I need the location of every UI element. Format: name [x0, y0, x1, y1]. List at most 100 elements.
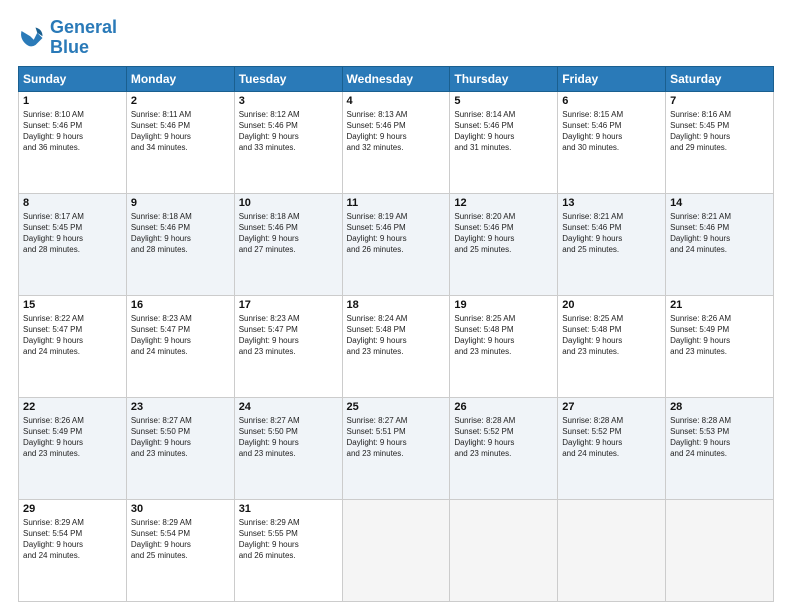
cell-info-line: Daylight: 9 hours	[670, 131, 769, 142]
calendar: SundayMondayTuesdayWednesdayThursdayFrid…	[18, 66, 774, 602]
cell-info-line: Sunrise: 8:15 AM	[562, 109, 661, 120]
day-cell-24: 24 Sunrise: 8:27 AMSunset: 5:50 PMDayligh…	[234, 397, 342, 499]
day-cell-8: 8Sunrise: 8:17 AMSunset: 5:45 PMDaylight…	[19, 193, 127, 295]
cell-info-line: Daylight: 9 hours	[239, 437, 338, 448]
cell-info-line: Sunrise: 8:25 AM	[454, 313, 553, 324]
empty-cell	[558, 499, 666, 601]
cell-info-line: Sunset: 5:53 PM	[670, 426, 769, 437]
day-cell-29: 29Sunrise: 8:29 AMSunset: 5:54 PMDayligh…	[19, 499, 127, 601]
day-cell-27: 27Sunrise: 8:28 AMSunset: 5:52 PMDayligh…	[558, 397, 666, 499]
cell-info-line: Sunset: 5:46 PM	[670, 222, 769, 233]
cell-info-line: Sunset: 5:47 PM	[23, 324, 122, 335]
cell-info-line: Daylight: 9 hours	[131, 131, 230, 142]
cell-info-line: Sunrise: 8:29 AM	[239, 517, 338, 528]
day-cell-23: 23Sunrise: 8:27 AMSunset: 5:50 PMDayligh…	[126, 397, 234, 499]
cell-info-line: and 30 minutes.	[562, 142, 661, 153]
cell-info-line: Daylight: 9 hours	[454, 335, 553, 346]
day-number: 23	[131, 401, 230, 413]
cell-info-line: Sunset: 5:50 PM	[239, 426, 338, 437]
day-number: 18	[347, 299, 446, 311]
week-row-3: 15Sunrise: 8:22 AMSunset: 5:47 PMDayligh…	[19, 295, 774, 397]
cell-info-line: Sunset: 5:49 PM	[23, 426, 122, 437]
cell-info-line: Sunrise: 8:18 AM	[131, 211, 230, 222]
cell-info-line: and 23 minutes.	[347, 448, 446, 459]
cell-info-line: and 24 minutes.	[23, 550, 122, 561]
cell-info-line: and 23 minutes.	[239, 346, 338, 357]
day-cell-19: 19Sunrise: 8:25 AMSunset: 5:48 PMDayligh…	[450, 295, 558, 397]
cell-info-line: Sunrise: 8:29 AM	[23, 517, 122, 528]
day-number: 27	[562, 401, 661, 413]
day-cell-1: 1Sunrise: 8:10 AMSunset: 5:46 PMDaylight…	[19, 91, 127, 193]
cell-info-line: Sunset: 5:47 PM	[131, 324, 230, 335]
cell-info-line: Sunset: 5:46 PM	[131, 222, 230, 233]
day-number: 11	[347, 197, 446, 209]
cell-info-line: Sunrise: 8:27 AM	[239, 415, 338, 426]
cell-info-line: Daylight: 9 hours	[347, 233, 446, 244]
day-cell-15: 15Sunrise: 8:22 AMSunset: 5:47 PMDayligh…	[19, 295, 127, 397]
day-number: 1	[23, 95, 122, 107]
day-cell-28: 28Sunrise: 8:28 AMSunset: 5:53 PMDayligh…	[666, 397, 774, 499]
cell-info-line: Sunset: 5:48 PM	[454, 324, 553, 335]
day-number: 20	[562, 299, 661, 311]
day-cell-20: 20 Sunrise: 8:25 AMSunset: 5:48 PMDayligh…	[558, 295, 666, 397]
cell-info-line: and 23 minutes.	[670, 346, 769, 357]
cell-info-line: and 23 minutes.	[454, 448, 553, 459]
cell-info-line: Sunset: 5:49 PM	[670, 324, 769, 335]
day-cell-4: 4Sunrise: 8:13 AMSunset: 5:46 PMDaylight…	[342, 91, 450, 193]
day-cell-16: 16Sunrise: 8:23 AMSunset: 5:47 PMDayligh…	[126, 295, 234, 397]
cell-info-line: Daylight: 9 hours	[131, 233, 230, 244]
cell-info-line: and 27 minutes.	[239, 244, 338, 255]
cell-info-line: Daylight: 9 hours	[562, 233, 661, 244]
day-number: 17	[239, 299, 338, 311]
cell-info-line: and 23 minutes.	[239, 448, 338, 459]
cell-info-line: Sunrise: 8:16 AM	[670, 109, 769, 120]
cell-info-line: Daylight: 9 hours	[670, 233, 769, 244]
cell-info-line: Daylight: 9 hours	[347, 437, 446, 448]
week-row-4: 22Sunrise: 8:26 AMSunset: 5:49 PMDayligh…	[19, 397, 774, 499]
cell-info-line: Sunrise: 8:28 AM	[670, 415, 769, 426]
calendar-header-row: SundayMondayTuesdayWednesdayThursdayFrid…	[19, 66, 774, 91]
cell-info-line: and 23 minutes.	[131, 448, 230, 459]
day-cell-12: 12Sunrise: 8:20 AMSunset: 5:46 PMDayligh…	[450, 193, 558, 295]
cell-info-line: Daylight: 9 hours	[347, 131, 446, 142]
cell-info-line: Sunrise: 8:21 AM	[670, 211, 769, 222]
day-cell-17: 17Sunrise: 8:23 AMSunset: 5:47 PMDayligh…	[234, 295, 342, 397]
week-row-2: 8Sunrise: 8:17 AMSunset: 5:45 PMDaylight…	[19, 193, 774, 295]
day-number: 24	[239, 401, 338, 413]
cell-info-line: and 24 minutes.	[670, 448, 769, 459]
cell-info-line: Sunset: 5:46 PM	[562, 222, 661, 233]
cell-info-line: and 24 minutes.	[131, 346, 230, 357]
cell-info-line: Sunset: 5:51 PM	[347, 426, 446, 437]
cell-info-line: Sunrise: 8:18 AM	[239, 211, 338, 222]
cell-info-line: and 24 minutes.	[670, 244, 769, 255]
day-cell-14: 14Sunrise: 8:21 AMSunset: 5:46 PMDayligh…	[666, 193, 774, 295]
day-cell-5: 5Sunrise: 8:14 AMSunset: 5:46 PMDaylight…	[450, 91, 558, 193]
cell-info-line: Sunset: 5:55 PM	[239, 528, 338, 539]
cell-info-line: Daylight: 9 hours	[347, 335, 446, 346]
day-number: 26	[454, 401, 553, 413]
cell-info-line: and 24 minutes.	[562, 448, 661, 459]
cell-info-line: Sunset: 5:48 PM	[562, 324, 661, 335]
cell-info-line: Daylight: 9 hours	[562, 131, 661, 142]
day-header-wednesday: Wednesday	[342, 66, 450, 91]
cell-info-line: Sunset: 5:46 PM	[347, 222, 446, 233]
cell-info-line: Sunrise: 8:11 AM	[131, 109, 230, 120]
cell-info-line: and 25 minutes.	[562, 244, 661, 255]
cell-info-line: Daylight: 9 hours	[454, 233, 553, 244]
cell-info-line: Sunset: 5:46 PM	[23, 120, 122, 131]
cell-info-line: and 31 minutes.	[454, 142, 553, 153]
cell-info-line: Daylight: 9 hours	[23, 131, 122, 142]
cell-info-line: Sunrise: 8:25 AM	[562, 313, 661, 324]
cell-info-line: and 28 minutes.	[23, 244, 122, 255]
day-number: 28	[670, 401, 769, 413]
cell-info-line: Sunset: 5:50 PM	[131, 426, 230, 437]
cell-info-line: Sunset: 5:48 PM	[347, 324, 446, 335]
cell-info-line: Sunrise: 8:23 AM	[239, 313, 338, 324]
page: General Blue SundayMondayTuesdayWednesda…	[0, 0, 792, 612]
cell-info-line: Daylight: 9 hours	[454, 437, 553, 448]
cell-info-line: Daylight: 9 hours	[562, 335, 661, 346]
cell-info-line: Sunset: 5:46 PM	[239, 120, 338, 131]
cell-info-line: Daylight: 9 hours	[23, 437, 122, 448]
day-number: 6	[562, 95, 661, 107]
cell-info-line: Sunrise: 8:26 AM	[670, 313, 769, 324]
